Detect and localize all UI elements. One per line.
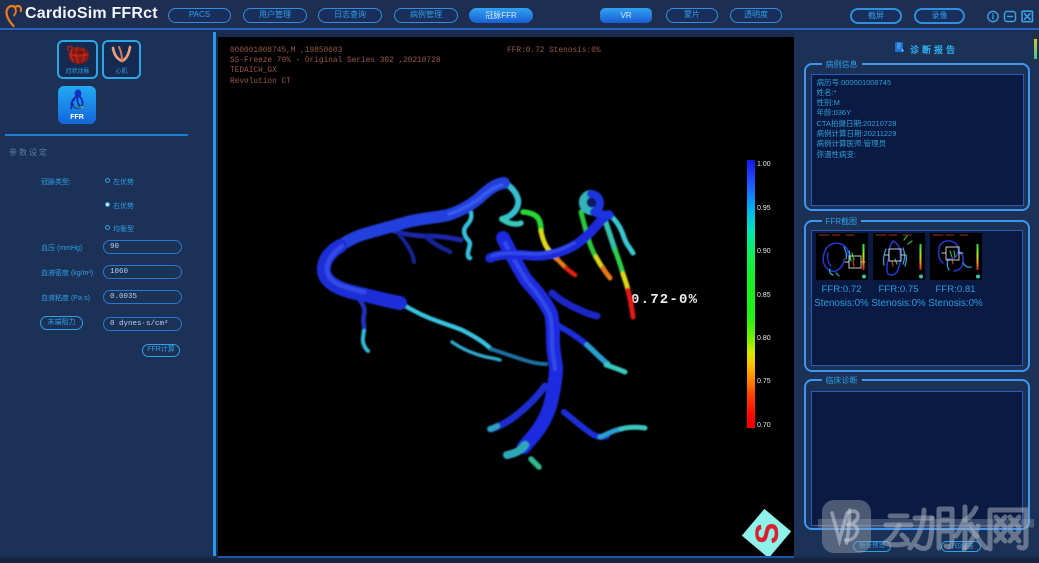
svg-text:i: i <box>992 12 995 22</box>
